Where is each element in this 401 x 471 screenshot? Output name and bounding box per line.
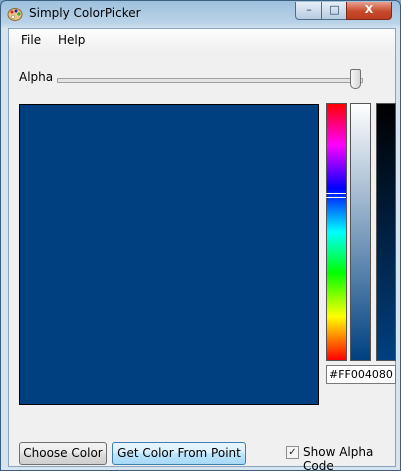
- hue-bar[interactable]: [326, 103, 347, 361]
- hue-marker[interactable]: [325, 193, 346, 198]
- choose-color-button[interactable]: Choose Color: [19, 442, 107, 465]
- hex-code-field[interactable]: [326, 365, 396, 384]
- app-window: Simply ColorPicker – □ X File Help Alpha…: [0, 0, 401, 471]
- alpha-slider-thumb[interactable]: [350, 69, 361, 89]
- brightness-bar[interactable]: [376, 103, 396, 361]
- menu-file[interactable]: File: [21, 33, 41, 47]
- close-button[interactable]: X: [346, 2, 392, 20]
- menu-help[interactable]: Help: [58, 33, 85, 47]
- show-alpha-label: Show Alpha Code: [303, 445, 374, 471]
- menu-bar: File Help: [9, 29, 395, 51]
- minimize-button[interactable]: –: [295, 2, 323, 20]
- title-bar[interactable]: Simply ColorPicker – □ X: [1, 1, 400, 27]
- maximize-button[interactable]: □: [321, 2, 348, 20]
- alpha-slider-track[interactable]: [57, 78, 363, 83]
- alpha-label: Alpha: [19, 70, 54, 84]
- palette-icon: [7, 8, 23, 21]
- color-preview: [19, 104, 319, 405]
- saturation-bar[interactable]: [350, 103, 371, 361]
- get-color-from-point-button[interactable]: Get Color From Point: [112, 442, 246, 465]
- show-alpha-checkbox[interactable]: ✓: [286, 446, 299, 459]
- client-area: File Help Alpha Choose Color Get Color F…: [8, 28, 396, 470]
- window-title: Simply ColorPicker: [29, 6, 141, 20]
